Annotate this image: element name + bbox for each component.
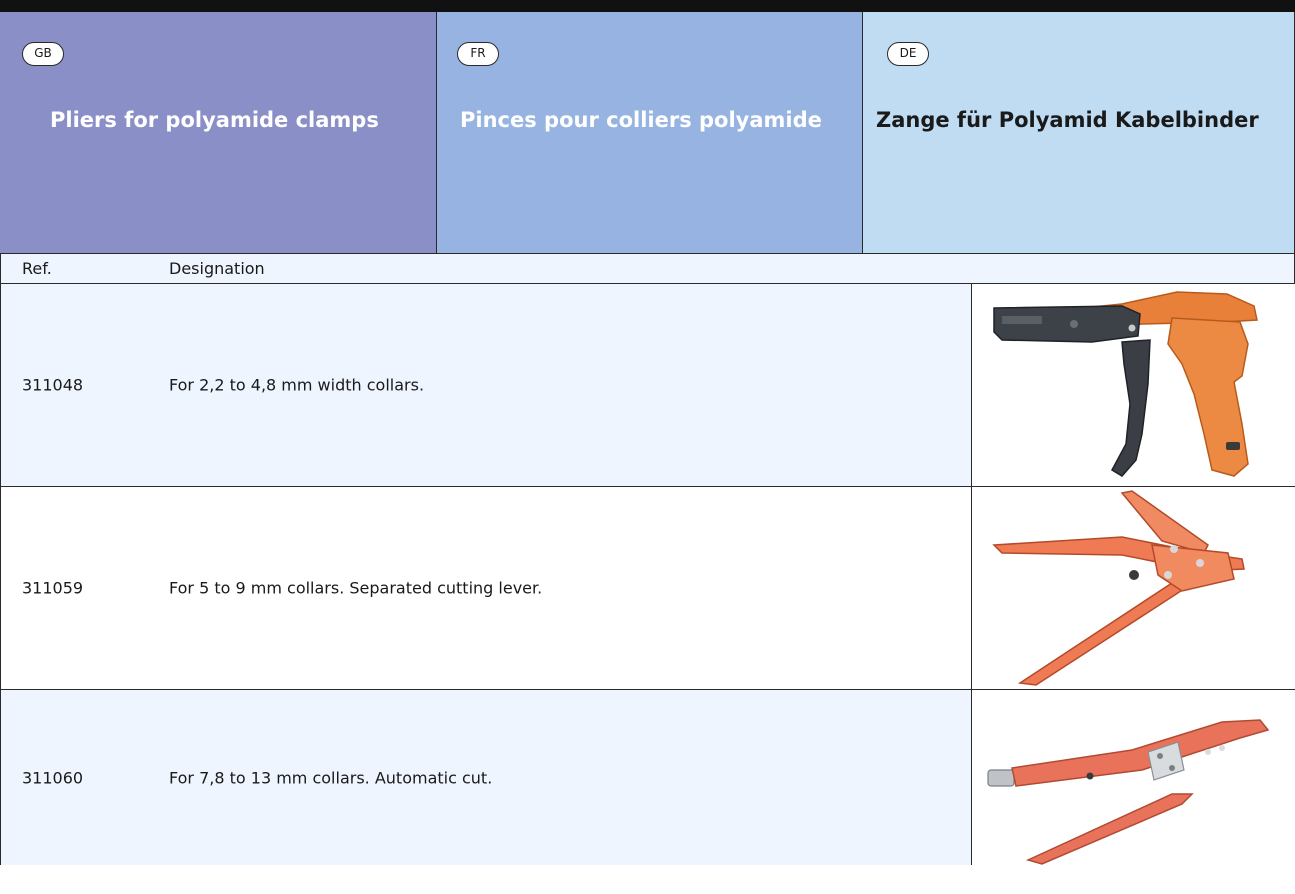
header-column-fr: FR Pinces pour colliers polyamide [437,12,863,253]
product-ref: 311048 [22,375,84,395]
table-row: 311048 For 2,2 to 4,8 mm width collars. [0,284,1295,487]
table-row: 311060 For 7,8 to 13 mm collars. Automat… [0,690,1295,865]
product-ref: 311059 [22,578,84,598]
product-image-cell [971,284,1295,486]
column-header-designation: Designation [169,259,265,278]
product-table: Ref. Designation 311048 For 2,2 to 4,8 m… [0,253,1295,865]
top-border-bar [0,0,1295,12]
header-column-gb: GB Pliers for polyamide clamps [0,12,437,253]
header-column-de: DE Zange für Polyamid Kabelbinder [863,12,1295,253]
automatic-cut-pliers-icon [987,719,1270,865]
language-header: GB Pliers for polyamide clamps FR Pinces… [0,12,1295,253]
title-gb: Pliers for polyamide clamps [50,108,379,132]
title-de: Zange für Polyamid Kabelbinder [876,108,1259,132]
product-ref: 311060 [22,768,84,787]
cable-tie-gun-icon [993,291,1258,477]
product-designation: For 7,8 to 13 mm collars. Automatic cut. [169,768,493,787]
language-badge-de: DE [887,42,929,66]
product-designation: For 5 to 9 mm collars. Separated cutting… [169,578,543,598]
column-header-ref: Ref. [22,259,52,278]
table-row: 311059 For 5 to 9 mm collars. Separated … [0,487,1295,690]
title-fr: Pinces pour colliers polyamide [460,108,822,132]
table-header-row: Ref. Designation [0,253,1295,284]
product-designation: For 2,2 to 4,8 mm width collars. [169,375,425,395]
language-badge-fr: FR [457,42,499,66]
product-image-cell [971,487,1295,689]
tensioning-pliers-icon [992,490,1245,686]
product-image-cell [971,690,1295,865]
language-badge-gb: GB [22,42,64,66]
